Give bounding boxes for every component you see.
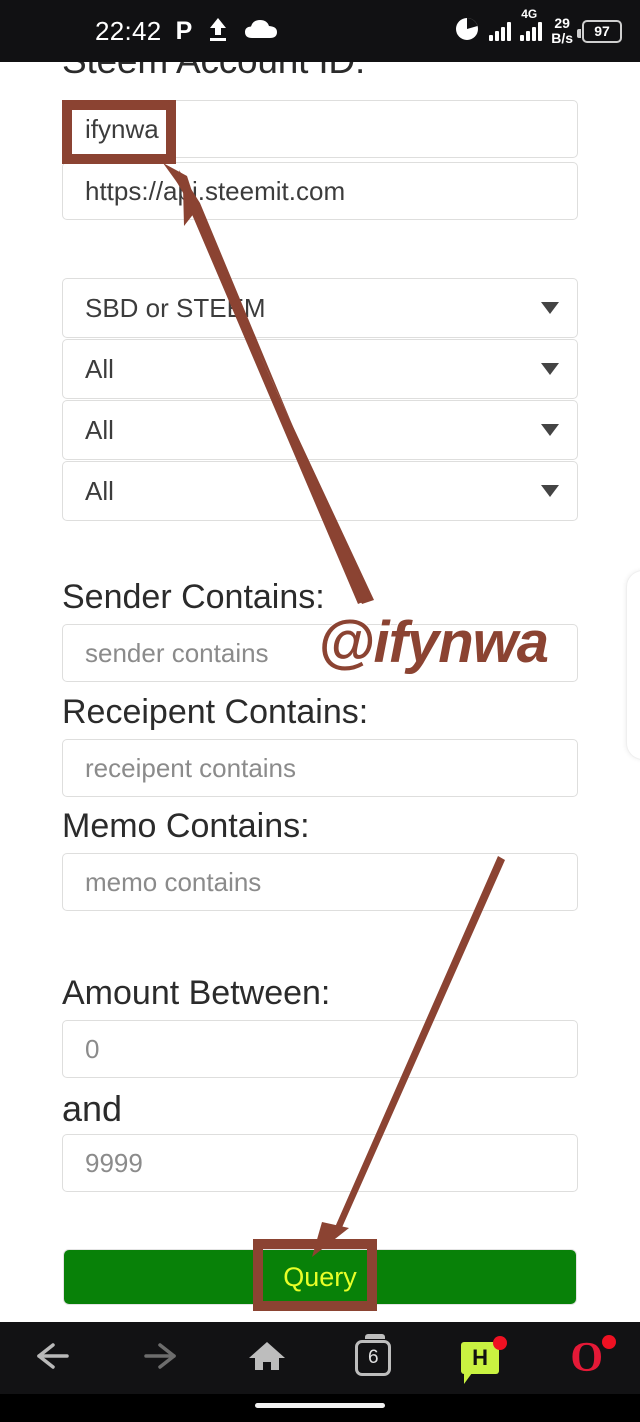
home-button[interactable] xyxy=(213,1322,320,1394)
upload-arrow-icon xyxy=(206,16,230,47)
chevron-down-icon xyxy=(541,302,559,314)
filter-three-select[interactable]: All xyxy=(62,400,578,460)
status-bar-right: 4G 29 B/s 97 xyxy=(454,7,622,47)
messages-button[interactable]: H xyxy=(427,1322,534,1394)
receipent-contains-label: Receipent Contains: xyxy=(62,693,369,731)
receipent-contains-input[interactable]: receipent contains xyxy=(62,739,578,797)
forward-button[interactable] xyxy=(107,1322,214,1394)
api-node-input[interactable]: https://api.steemit.com xyxy=(62,162,578,220)
gesture-nav-area xyxy=(0,1394,640,1422)
chevron-down-icon xyxy=(541,485,559,497)
opera-logo-icon: O xyxy=(570,1335,604,1381)
chevron-down-icon xyxy=(541,424,559,436)
chevron-down-icon xyxy=(541,363,559,375)
forward-arrow-icon xyxy=(140,1340,180,1377)
web-page-content: Steem Account ID: ifynwa https://api.ste… xyxy=(0,62,640,1322)
amount-max-input[interactable]: 9999 xyxy=(62,1134,578,1192)
battery-level: 97 xyxy=(594,23,610,39)
back-arrow-icon xyxy=(33,1340,73,1377)
memo-contains-input[interactable]: memo contains xyxy=(62,853,578,911)
filter-two-select-value: All xyxy=(85,353,114,384)
status-bar: 22:42 P 4G 29 B/s 97 xyxy=(0,0,640,62)
signal-bars-secondary-icon xyxy=(520,21,543,41)
back-button[interactable] xyxy=(0,1322,107,1394)
opera-notification-dot xyxy=(602,1335,617,1349)
tabs-button[interactable]: 6 xyxy=(320,1322,427,1394)
sender-contains-placeholder: sender contains xyxy=(85,637,269,668)
sender-contains-label: Sender Contains: xyxy=(62,578,325,616)
amount-between-label: Amount Between: xyxy=(62,974,331,1012)
query-button-label: Query xyxy=(283,1261,357,1292)
query-button[interactable]: Query xyxy=(63,1249,577,1305)
cloud-icon xyxy=(244,18,278,45)
sender-contains-input[interactable]: sender contains xyxy=(62,624,578,682)
gesture-pill[interactable] xyxy=(255,1403,385,1408)
filter-four-select-value: All xyxy=(85,475,114,506)
amount-min-value: 0 xyxy=(85,1033,100,1064)
network-speed-value: 29 xyxy=(554,15,570,31)
pie-chart-icon xyxy=(454,16,480,47)
memo-contains-placeholder: memo contains xyxy=(85,866,262,897)
phone-screen: 22:42 P 4G 29 B/s 97 ifynwa https://api.… xyxy=(0,0,640,1422)
amount-min-input[interactable]: 0 xyxy=(62,1020,578,1078)
filter-two-select[interactable]: All xyxy=(62,339,578,399)
tab-count-badge: 6 xyxy=(355,1334,392,1376)
amount-and-label: and xyxy=(62,1088,123,1129)
home-icon xyxy=(247,1338,287,1379)
account-id-input[interactable]: ifynwa xyxy=(62,100,578,158)
browser-navigation-bar: 6 H O xyxy=(0,1322,640,1394)
network-type-indicator: 4G xyxy=(520,7,543,41)
memo-contains-label: Memo Contains: xyxy=(62,807,310,845)
receipent-contains-placeholder: receipent contains xyxy=(85,752,297,783)
battery-indicator: 97 xyxy=(577,19,622,43)
edge-floating-panel[interactable] xyxy=(626,570,640,760)
chat-notification-dot xyxy=(493,1336,508,1350)
network-type-label: 4G xyxy=(521,7,538,21)
status-clock: 22:42 xyxy=(95,15,162,46)
currency-select[interactable]: SBD or STEEM xyxy=(62,278,578,338)
filter-three-select-value: All xyxy=(85,414,114,445)
network-speed: 29 B/s xyxy=(551,16,573,46)
account-id-value: ifynwa xyxy=(85,113,159,144)
status-bar-left: 22:42 P xyxy=(95,16,278,47)
opera-menu-button[interactable]: O xyxy=(533,1322,640,1394)
page-title: Steem Account ID: xyxy=(0,62,365,82)
network-speed-unit: B/s xyxy=(551,30,573,46)
signal-bars-icon xyxy=(489,21,512,41)
amount-max-value: 9999 xyxy=(85,1147,143,1178)
currency-select-value: SBD or STEEM xyxy=(85,292,266,323)
p-badge-icon: P xyxy=(175,16,193,45)
api-node-value: https://api.steemit.com xyxy=(85,175,346,206)
filter-four-select[interactable]: All xyxy=(62,461,578,521)
